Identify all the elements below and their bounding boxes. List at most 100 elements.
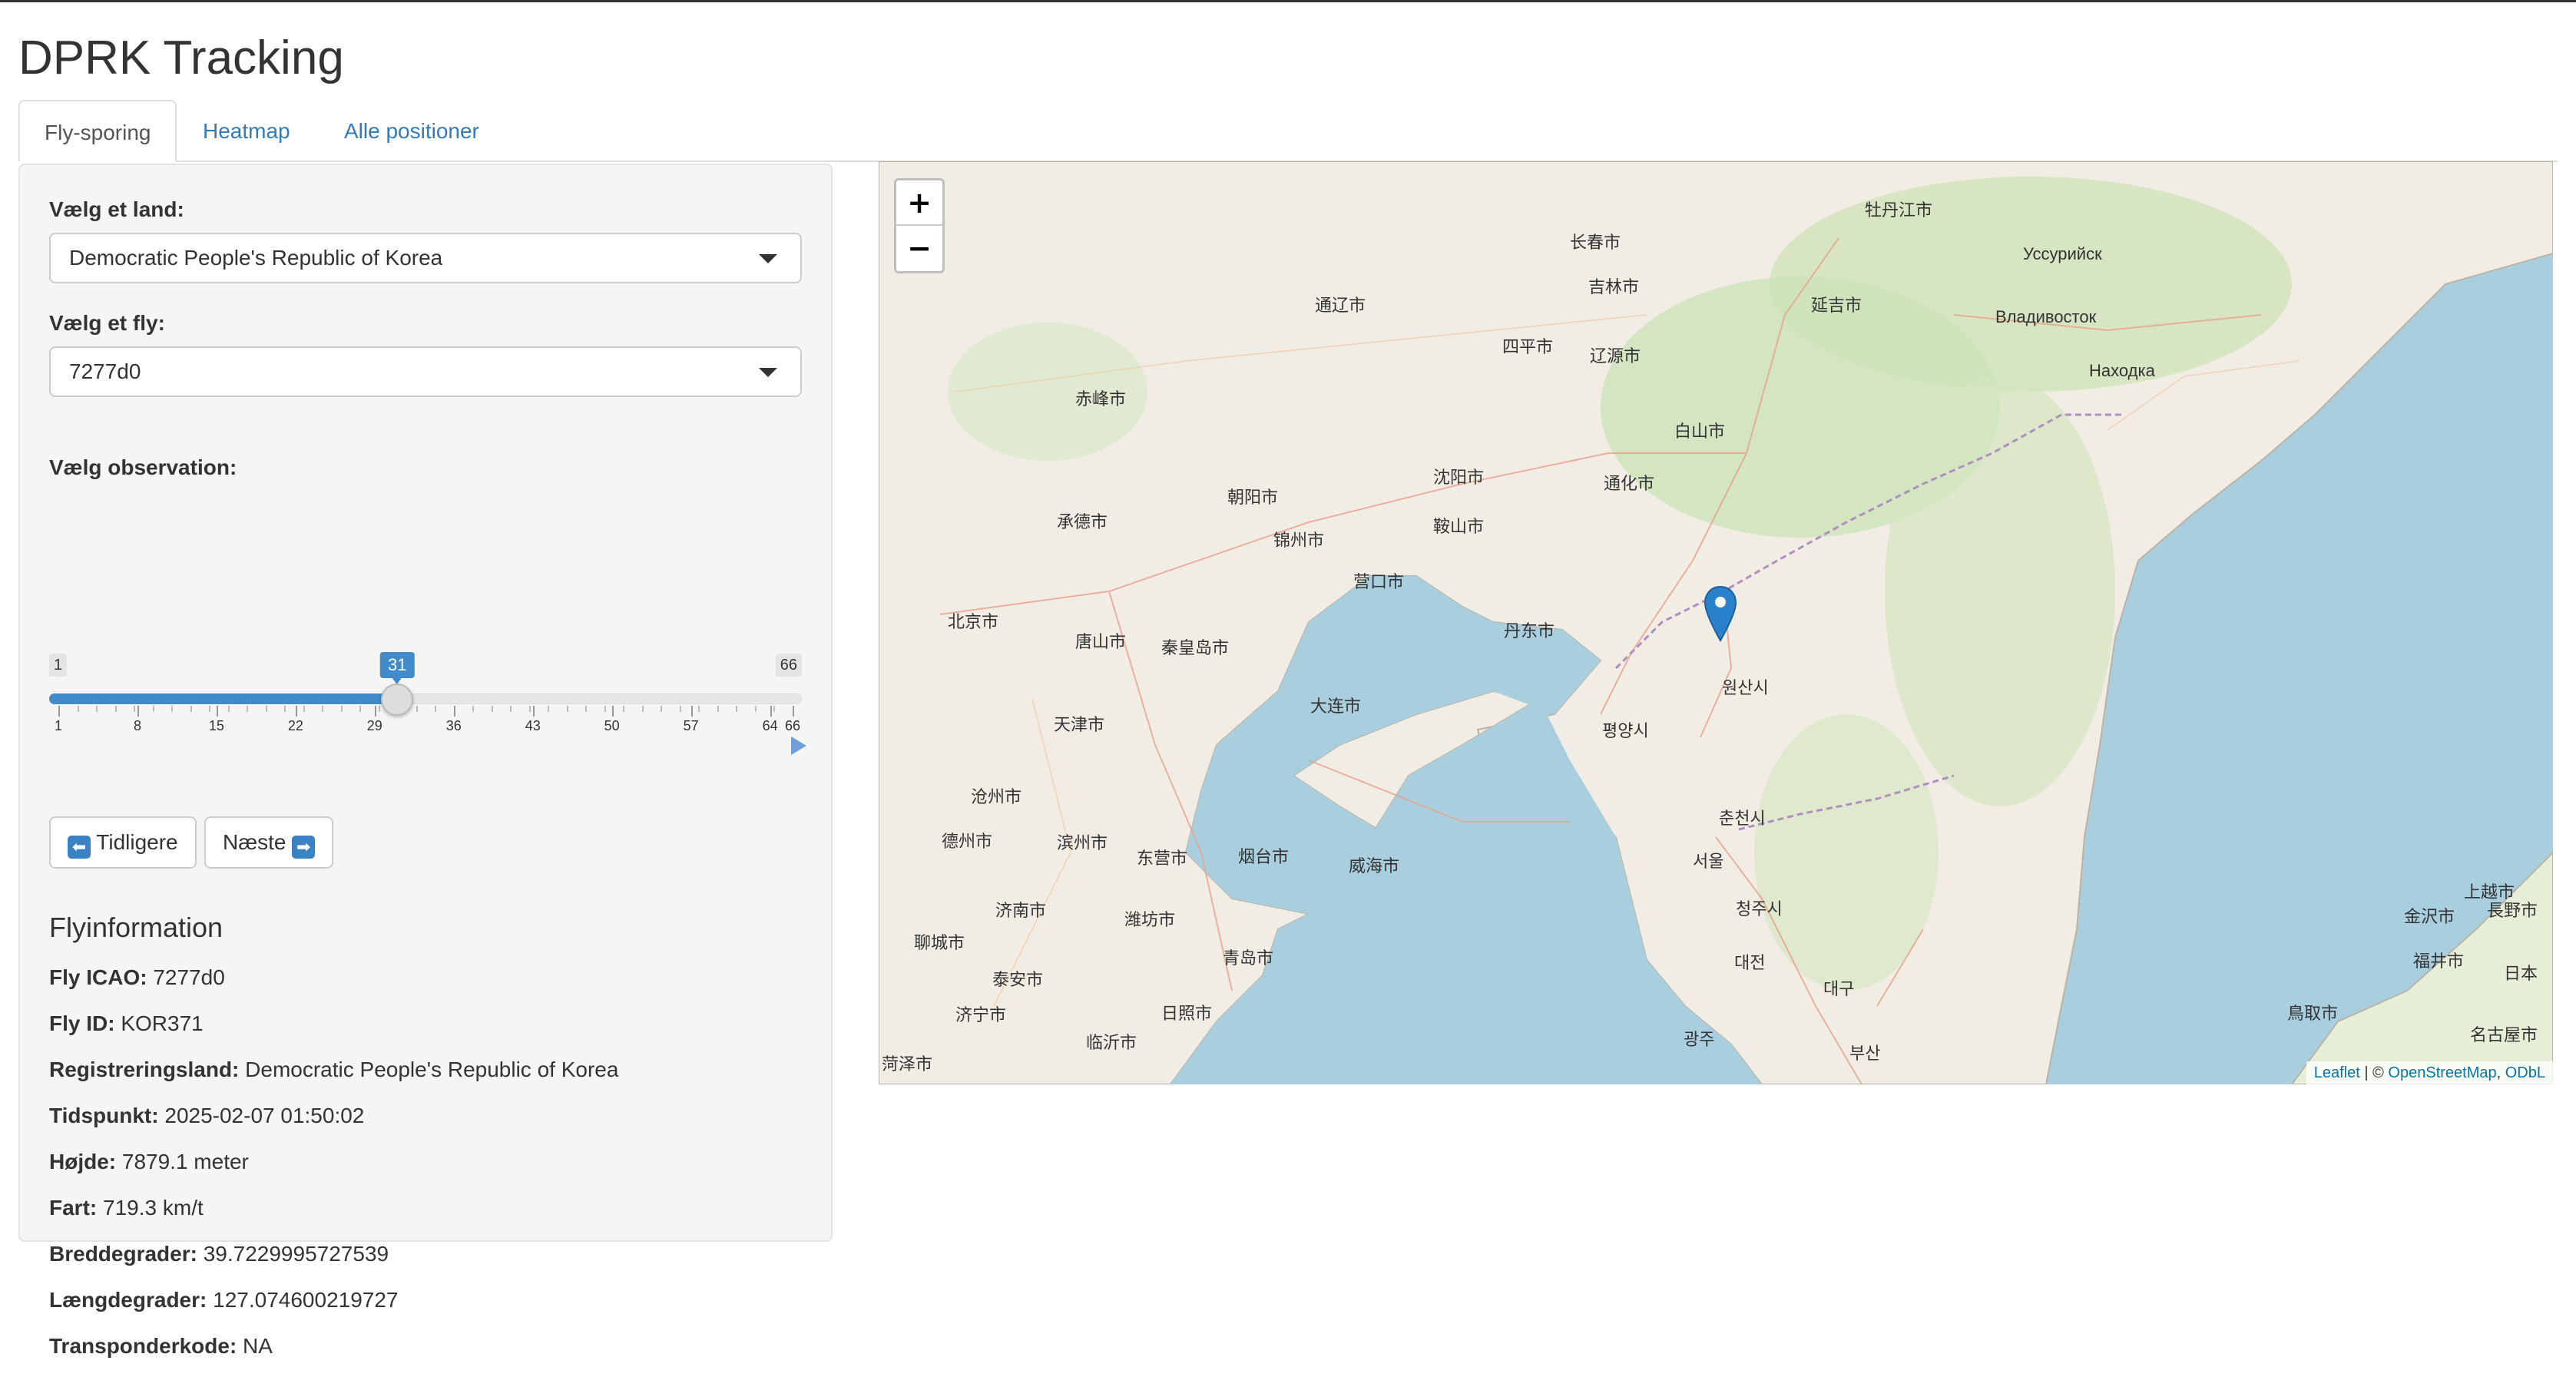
slider-minor-tick [491, 706, 493, 712]
place-label: 济南市 [995, 901, 1047, 920]
slider-tick [295, 706, 297, 717]
place-label: 通化市 [1604, 474, 1655, 493]
place-label: 唐山市 [1075, 632, 1127, 651]
slider-tick-label: 1 [54, 718, 63, 733]
place-label: 延吉市 [1811, 296, 1862, 315]
odbl-link[interactable]: ODbL [2505, 1064, 2545, 1081]
play-icon[interactable] [791, 736, 806, 755]
slider-minor-tick [303, 706, 305, 712]
slider-tick-label: 50 [604, 718, 620, 733]
place-label: Владивосток [1995, 307, 2097, 326]
aircraft-select-value: 7277d0 [69, 359, 141, 383]
slider-minor-tick [340, 706, 343, 712]
place-label: 부산 [1849, 1044, 1881, 1063]
tab-heatmap[interactable]: Heatmap [178, 100, 315, 162]
previous-button-label: Tidligere [96, 830, 178, 854]
place-label: 吉林市 [1588, 277, 1640, 296]
previous-button[interactable]: ⬅ Tidligere [49, 816, 197, 869]
slider-minor-tick [134, 706, 136, 712]
slider-minor-tick [585, 706, 588, 712]
slider-tick [793, 706, 794, 717]
slider-minor-tick [566, 706, 568, 712]
zoom-in-button[interactable]: + [896, 180, 942, 226]
map-view[interactable]: 北京市 天津市 唐山市 秦皇岛市 沈阳市 大连市 丹东市 营口市 鞍山市 锦州市… [879, 161, 2553, 1084]
tab-fly-sporing[interactable]: Fly-sporing [18, 100, 177, 162]
tab-alle-positioner[interactable]: Alle positioner [320, 100, 504, 162]
place-label: 辽源市 [1590, 346, 1641, 366]
info-icao: Fly ICAO: 7277d0 [49, 965, 225, 989]
flight-info-title: Flyinformation [49, 912, 223, 943]
info-registration-country: Registreringsland: Democratic People's R… [49, 1058, 619, 1081]
place-label: 聊城市 [914, 933, 965, 952]
slider-minor-tick [623, 706, 625, 712]
place-label: 东营市 [1137, 849, 1188, 868]
slider-handle[interactable] [381, 684, 414, 716]
place-label: Находка [2089, 361, 2155, 380]
slider-tick [611, 706, 614, 717]
slider-tick [58, 706, 60, 717]
place-label: 临沂市 [1086, 1033, 1137, 1052]
place-label: 원산시 [1722, 678, 1769, 697]
slider-minor-tick [641, 706, 644, 712]
next-button[interactable]: Næste ➡ [204, 816, 334, 869]
slider-minor-tick [736, 706, 738, 712]
place-label: 济宁市 [955, 1005, 1007, 1024]
place-label: 滨州市 [1057, 833, 1108, 852]
slider-minor-tick [322, 706, 324, 712]
slider-tick-label: 64 [762, 718, 778, 733]
observation-slider[interactable]: 1 66 31 1 8 15 22 29 36 43 50 57 64 66 [49, 641, 806, 756]
slider-minor-tick [472, 706, 475, 712]
place-label: 青岛市 [1223, 948, 1274, 968]
place-label: 丹东市 [1504, 621, 1555, 641]
slider-tick-label: 22 [287, 718, 303, 733]
aircraft-select[interactable]: 7277d0 [49, 346, 802, 397]
openstreetmap-link[interactable]: OpenStreetMap [2388, 1064, 2496, 1081]
slider-minor-tick [378, 706, 380, 712]
slider-minor-tick [435, 706, 437, 712]
slider-max-badge: 66 [775, 654, 802, 677]
leaflet-link[interactable]: Leaflet [2314, 1064, 2360, 1081]
chevron-down-icon [759, 368, 777, 377]
slider-minor-tick [548, 706, 550, 712]
info-flight-id: Fly ID: KOR371 [49, 1011, 204, 1035]
place-label: 营口市 [1353, 572, 1405, 591]
map-pin-icon[interactable] [1704, 585, 1737, 642]
slider-tick [374, 706, 376, 717]
place-label: 承德市 [1057, 512, 1108, 531]
chevron-down-icon [759, 254, 777, 263]
observation-label: Vælg observation: [49, 455, 237, 479]
place-label: 福井市 [2413, 952, 2465, 971]
slider-minor-tick [773, 706, 776, 712]
tab-bar: Fly-sporing Heatmap Alle positioner [18, 100, 2558, 162]
zoom-out-button[interactable]: − [896, 226, 942, 271]
aircraft-label: Vælg et fly: [49, 311, 165, 335]
slider-minor-tick [661, 706, 663, 712]
country-select[interactable]: Democratic People's Republic of Korea [49, 233, 802, 283]
slider-tick [137, 706, 139, 717]
arrow-right-icon: ➡ [292, 836, 316, 859]
slider-tick [690, 706, 693, 717]
slider-tick-label: 15 [208, 718, 224, 733]
place-label: 춘천시 [1719, 809, 1766, 828]
place-label: 牡丹江市 [1865, 200, 1933, 220]
place-label: 대전 [1734, 953, 1766, 972]
zoom-control: + − [894, 178, 945, 273]
place-label: 朝阳市 [1227, 488, 1279, 507]
info-timestamp: Tidspunkt: 2025-02-07 01:50:02 [49, 1104, 365, 1127]
place-label: 沈阳市 [1433, 468, 1485, 487]
place-label: 金沢市 [2404, 907, 2455, 926]
place-label: Уссурийск [2023, 244, 2102, 263]
place-label: 四平市 [1502, 337, 1554, 356]
slider-minor-tick [265, 706, 267, 712]
slider-tick-label: 8 [133, 718, 141, 733]
slider-minor-tick [604, 706, 606, 712]
top-border [0, 0, 2576, 2]
place-label: 秦皇岛市 [1161, 638, 1230, 657]
place-label: 名古屋市 [2470, 1025, 2538, 1044]
info-latitude: Breddegrader: 39.7229995727539 [49, 1242, 389, 1266]
slider-minor-tick [227, 706, 230, 712]
slider-fill [49, 693, 398, 704]
place-label: 日照市 [1161, 1004, 1213, 1023]
place-label: 德州市 [942, 832, 993, 851]
slider-value-badge: 31 [379, 652, 415, 684]
